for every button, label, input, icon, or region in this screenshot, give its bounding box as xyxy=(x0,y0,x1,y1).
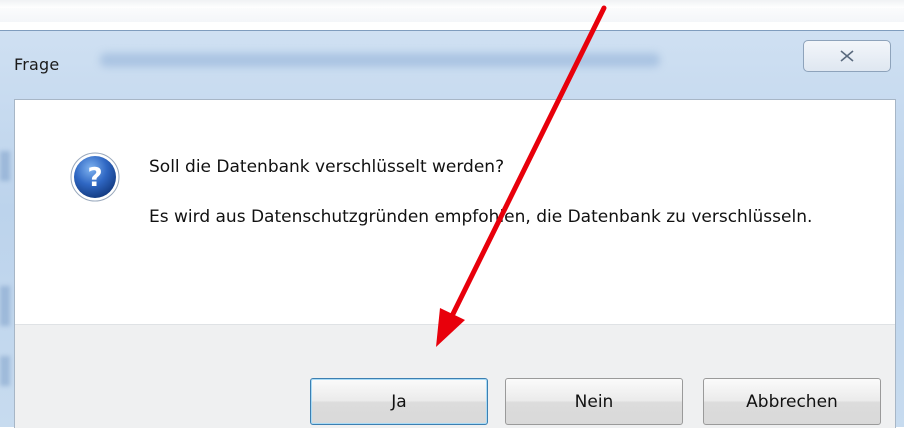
svg-text:?: ? xyxy=(87,163,102,193)
yes-button[interactable]: Ja xyxy=(310,378,488,425)
dialog-window: Frage ? Soll die Datenbank verschlüsselt… xyxy=(0,30,904,428)
background-window-edge xyxy=(0,0,904,8)
question-icon: ? xyxy=(70,152,120,202)
button-area: Ja Nein Abbrechen xyxy=(15,324,895,428)
close-button[interactable] xyxy=(803,40,891,72)
close-x-icon xyxy=(840,50,854,62)
background-edge-ghost xyxy=(0,286,10,326)
background-edge-ghost xyxy=(0,151,10,181)
dialog-message: Soll die Datenbank verschlüsselt werden?… xyxy=(149,154,849,230)
message-line-1: Soll die Datenbank verschlüsselt werden? xyxy=(149,157,505,177)
background-edge-ghost xyxy=(0,356,10,386)
message-line-2: Es wird aus Datenschutzgründen empfohlen… xyxy=(149,207,813,227)
cancel-button[interactable]: Abbrechen xyxy=(703,378,881,425)
no-button[interactable]: Nein xyxy=(505,378,683,425)
background-window-fragment xyxy=(0,0,904,22)
blurred-background-title xyxy=(100,53,660,67)
window-title: Frage xyxy=(14,55,60,74)
dialog-content: ? Soll die Datenbank verschlüsselt werde… xyxy=(14,99,896,428)
